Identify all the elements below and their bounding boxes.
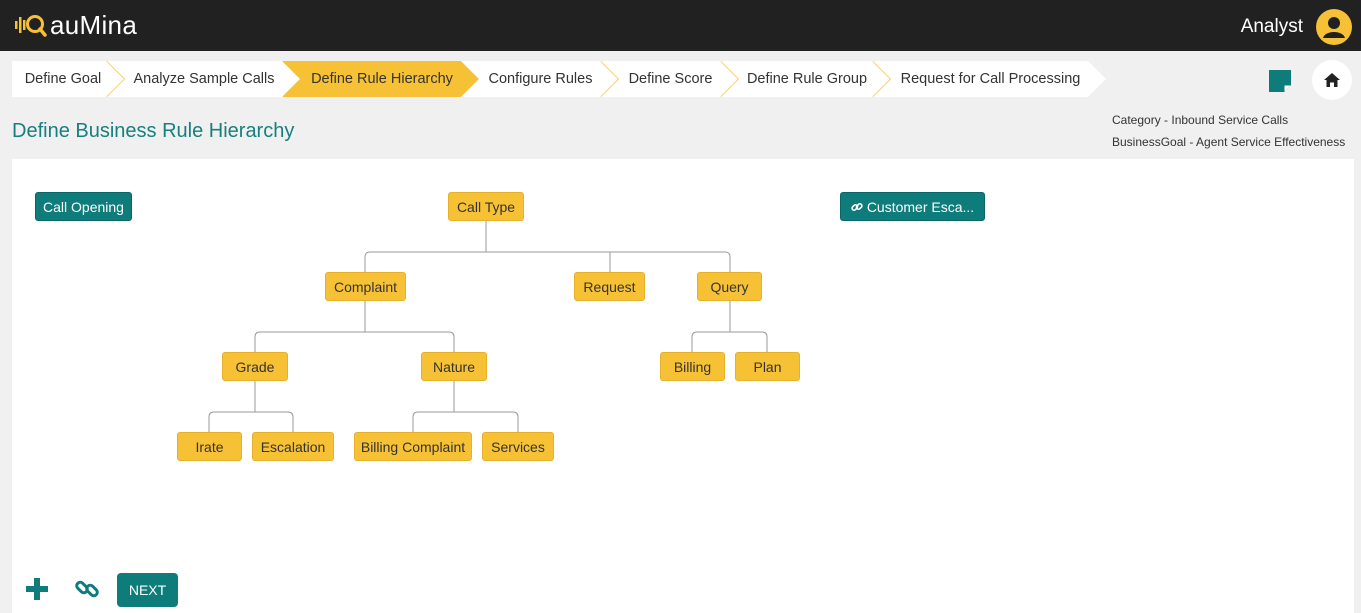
node-label: Billing Complaint	[360, 439, 466, 455]
node-complaint[interactable]: Complaint	[325, 272, 406, 301]
node-label: Query	[710, 279, 749, 295]
tree-connectors	[208, 221, 768, 432]
node-label: Call Opening	[43, 199, 124, 215]
node-billing-complaint[interactable]: Billing Complaint	[354, 432, 472, 461]
node-label: Request	[583, 279, 636, 295]
node-customer-escalation[interactable]: Customer Esca...	[840, 192, 985, 221]
node-label: Services	[491, 439, 545, 455]
node-services[interactable]: Services	[482, 432, 554, 461]
node-call-type[interactable]: Call Type	[448, 192, 524, 221]
node-billing[interactable]: Billing	[660, 352, 725, 381]
node-irate[interactable]: Irate	[177, 432, 242, 461]
node-label: Complaint	[333, 279, 398, 295]
link-icon	[851, 202, 863, 211]
plus-icon[interactable]	[25, 577, 49, 601]
link-icon[interactable]	[74, 576, 100, 602]
node-plan[interactable]: Plan	[735, 352, 800, 381]
node-label: Billing	[673, 359, 712, 375]
next-button[interactable]: NEXT	[117, 573, 178, 607]
node-label: Customer Esca...	[866, 199, 975, 215]
node-query[interactable]: Query	[697, 272, 762, 301]
node-grade[interactable]: Grade	[222, 352, 288, 381]
node-label: Plan	[753, 359, 782, 375]
node-label: Escalation	[260, 439, 326, 455]
node-label: Irate	[195, 439, 224, 455]
node-escalation[interactable]: Escalation	[252, 432, 334, 461]
node-label: Call Type	[456, 199, 516, 215]
node-label: Grade	[235, 359, 275, 375]
node-nature[interactable]: Nature	[421, 352, 487, 381]
node-call-opening[interactable]: Call Opening	[35, 192, 132, 221]
node-request[interactable]: Request	[574, 272, 645, 301]
node-label: Nature	[432, 359, 476, 375]
